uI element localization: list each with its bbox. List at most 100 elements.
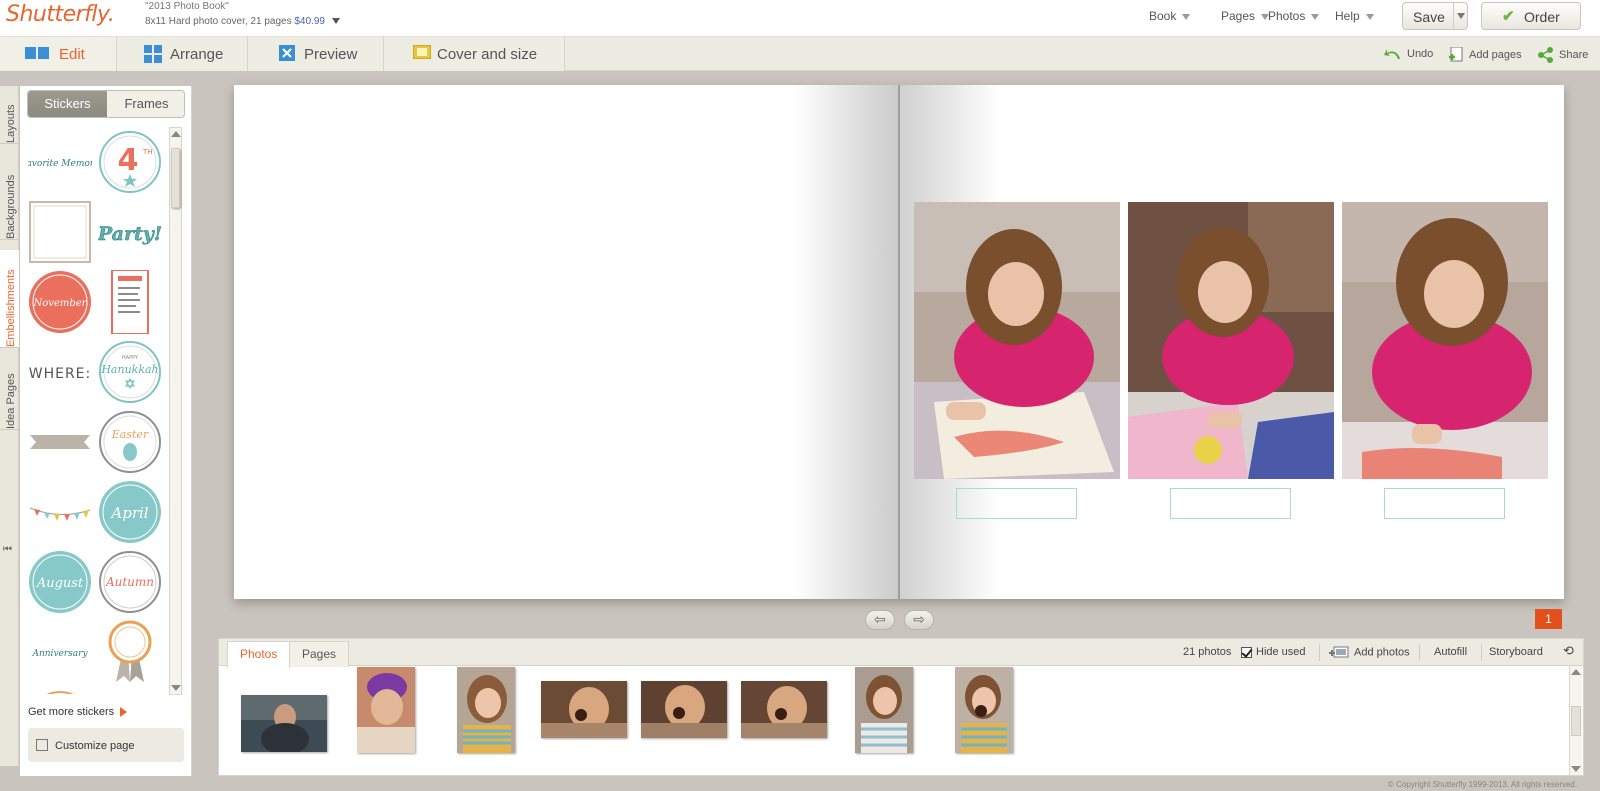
stickers-tab[interactable]: Stickers	[28, 91, 107, 117]
scroll-thumb[interactable]	[171, 148, 180, 208]
side-tab-layouts[interactable]: Layouts	[0, 86, 19, 144]
customize-page-label: Customize page	[55, 740, 135, 752]
photo-slot-2[interactable]	[1128, 202, 1334, 479]
tab-edit-label: Edit	[59, 46, 85, 63]
sticker-august-text: August	[36, 576, 84, 591]
share-button[interactable]: Share	[1538, 47, 1588, 63]
caption-box-3[interactable]	[1384, 488, 1505, 519]
sticker-party[interactable]: Party!	[97, 200, 163, 264]
refresh-icon[interactable]: ⟲	[1563, 643, 1574, 659]
girl-painting-photo-3	[1342, 202, 1548, 479]
add-photos-icon	[1329, 646, 1349, 658]
project-description[interactable]: 8x11 Hard photo cover, 21 pages $40.99	[145, 16, 340, 27]
tray-tab-pages[interactable]: Pages	[289, 641, 350, 667]
sticker-where[interactable]: WHERE:	[28, 340, 92, 404]
side-tab-backgrounds[interactable]: Backgrounds	[0, 156, 19, 240]
sticker-hanukkah-text: Hanukkah	[100, 363, 158, 376]
photo-slot-1[interactable]	[914, 202, 1120, 479]
get-more-stickers-link[interactable]: Get more stickers	[28, 706, 128, 718]
undo-button[interactable]: Undo	[1384, 47, 1433, 61]
sticker-easter[interactable]: Easter	[98, 410, 162, 474]
tab-cover-and-size[interactable]: Cover and size	[384, 37, 565, 71]
hide-used-checkbox[interactable]: Hide used	[1241, 646, 1306, 658]
scroll-up-icon[interactable]	[171, 131, 181, 137]
add-pages-button[interactable]: Add pages	[1448, 47, 1522, 63]
sticker-scrollbar[interactable]	[169, 127, 182, 695]
menu-help[interactable]: Help	[1335, 9, 1374, 23]
sticker-award-ribbon[interactable]	[98, 620, 162, 684]
caption-box-2[interactable]	[1170, 488, 1291, 519]
tray-scrollbar[interactable]	[1569, 666, 1582, 775]
girl-striped-shirt-thumbnail	[457, 667, 515, 753]
menu-book[interactable]: Book	[1149, 9, 1191, 23]
divider	[1419, 644, 1420, 661]
photo-thumbnail-8[interactable]	[955, 667, 1013, 753]
tab-preview[interactable]: Preview	[248, 37, 384, 71]
project-title[interactable]: "2013 Photo Book"	[145, 1, 229, 12]
sticker-favorite-text: Favorite Memory	[28, 159, 92, 169]
sticker-autumn[interactable]: Autumn	[98, 550, 162, 614]
photo-thumbnail-6[interactable]	[741, 681, 827, 738]
divider	[1319, 644, 1320, 661]
undo-label: Undo	[1407, 47, 1434, 60]
scroll-thumb[interactable]	[1571, 706, 1581, 736]
photo-slot-3[interactable]	[1342, 202, 1548, 479]
save-options-dropdown[interactable]	[1453, 3, 1468, 29]
girl-portrait-thumbnail-2	[955, 667, 1013, 753]
sticker-fourth[interactable]: 4 TH	[98, 130, 162, 194]
photo-thumbnail-7[interactable]	[855, 667, 913, 753]
previous-page-button[interactable]: ⇦	[865, 610, 895, 630]
sticker-favorite-memory[interactable]: Favorite Memory	[28, 130, 100, 194]
collapse-panel-icon[interactable]: ⏮	[3, 544, 12, 555]
sticker-banner-ribbon[interactable]	[28, 410, 92, 474]
tray-tab-photos[interactable]: Photos	[227, 641, 291, 668]
shutterfly-logo[interactable]: Shutterfly.	[6, 2, 115, 27]
sticker-bunting[interactable]	[28, 480, 92, 544]
chevron-down-icon[interactable]	[331, 18, 340, 25]
sticker-frame-square[interactable]	[28, 200, 92, 264]
child-eating-thumbnail-2	[641, 681, 727, 738]
add-pages-label: Add pages	[1469, 48, 1522, 61]
sticker-november[interactable]: November	[28, 270, 92, 334]
tab-cover-label: Cover and size	[437, 46, 538, 63]
photo-book-spread	[234, 85, 1564, 599]
save-button[interactable]: Save	[1402, 2, 1468, 30]
sticker-anniversary[interactable]: Anniversary	[28, 620, 92, 684]
tab-edit[interactable]: Edit	[0, 37, 117, 71]
play-arrow-icon	[120, 707, 128, 718]
customize-page-button[interactable]: Customize page	[28, 728, 184, 762]
sticker-partial[interactable]	[28, 690, 92, 694]
scroll-down-icon[interactable]	[171, 685, 181, 691]
menu-book-label: Book	[1149, 9, 1177, 23]
storyboard-button[interactable]: Storyboard	[1489, 646, 1543, 658]
project-specs: 8x11 Hard photo cover, 21 pages	[145, 16, 292, 27]
photo-thumbnail-2[interactable]	[357, 667, 415, 753]
girl-portrait-thumbnail-1	[855, 667, 913, 753]
scroll-down-icon[interactable]	[1571, 766, 1581, 772]
sticker-hanukkah[interactable]: HAPPY Hanukkah	[98, 340, 162, 404]
side-tab-idea-pages[interactable]: Idea Pages	[0, 358, 19, 430]
undo-icon	[1384, 49, 1400, 59]
page-number-badge: 1	[1535, 609, 1562, 629]
scroll-up-icon[interactable]	[1571, 669, 1581, 675]
sticker-august[interactable]: August	[28, 550, 92, 614]
menu-photos[interactable]: Photos	[1268, 9, 1320, 23]
order-button[interactable]: ✔ Order	[1481, 2, 1581, 30]
photo-thumbnail-3[interactable]	[457, 667, 515, 753]
sticker-april[interactable]: April	[98, 480, 162, 544]
autofill-button[interactable]: Autofill	[1434, 646, 1467, 658]
menu-pages[interactable]: Pages	[1221, 9, 1270, 23]
photo-thumbnail-1[interactable]	[241, 695, 327, 752]
menu-pages-label: Pages	[1221, 9, 1256, 23]
photo-thumbnail-4[interactable]	[541, 681, 627, 738]
side-tab-embellishments[interactable]: Embellishments	[0, 250, 19, 348]
tab-arrange[interactable]: Arrange	[117, 37, 248, 71]
caption-box-1[interactable]	[956, 488, 1077, 519]
add-photos-button[interactable]: Add photos	[1329, 646, 1410, 659]
checkbox-checked-icon[interactable]	[1241, 646, 1252, 658]
frames-tab[interactable]: Frames	[107, 91, 184, 117]
sticker-list-card[interactable]	[98, 269, 162, 335]
photo-thumbnail-5[interactable]	[641, 681, 727, 738]
sticker-frame-toggle: Stickers Frames	[27, 90, 185, 118]
next-page-button[interactable]: ⇨	[904, 610, 934, 630]
